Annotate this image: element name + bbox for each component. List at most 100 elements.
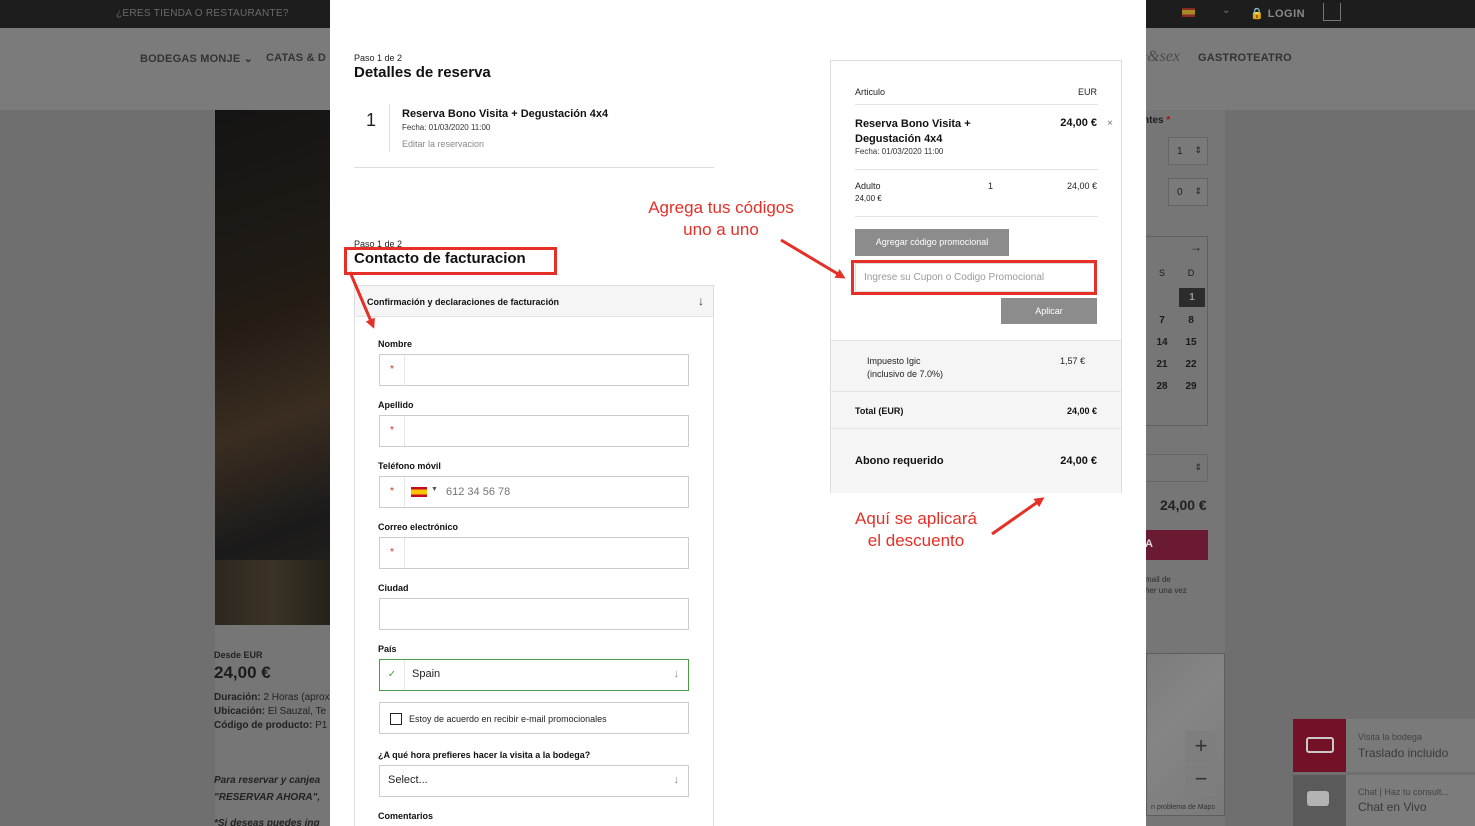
chat-bubble-icon [1293,775,1346,826]
product-price: 24,00 € [214,663,271,682]
email-input[interactable] [406,539,686,567]
city-label: Ciudad [378,583,409,593]
calendar-next-icon[interactable]: → [1186,240,1206,254]
bus-icon [1293,719,1346,772]
live-chat-widget[interactable]: Chat | Haz tu consult... Chat en Vivo [1293,775,1475,826]
mobile-phone-field: * ▼ [379,476,689,508]
chat-line2: Chat en Vivo [1358,800,1427,814]
transfer-line1: Visita la bodega [1358,732,1422,742]
map-error-text: n problema de Maps [1151,804,1215,811]
booking-item: 1 Reserva Bono Visita + Degustación 4x4 … [354,104,714,168]
nav-item-catas[interactable]: CATAS & D [266,52,326,64]
summary-product-price: 24,00 € [1060,117,1097,129]
calendar-day-header: D [1187,268,1195,278]
total-value: 24,00 € [1066,406,1097,416]
newsletter-label: Estoy de acuerdo en recibir e-mail promo… [409,714,607,724]
calendar-day[interactable]: 22 [1181,359,1201,370]
calendar-day[interactable]: 21 [1152,359,1172,370]
visit-time-value: Select... [388,774,428,786]
adult-unit-price: 24,00 € [855,194,882,203]
country-label: País [378,644,397,654]
calendar-day[interactable]: 8 [1181,315,1201,326]
annotation-codes: Agrega tus códigos uno a uno [648,198,794,239]
participants-label: ntes * [1143,115,1171,126]
calendar-day[interactable]: 28 [1152,381,1172,392]
arrow-down-icon: ↓ [673,774,680,786]
zoom-out-icon[interactable]: − [1185,764,1217,796]
transfer-widget[interactable]: Visita la bodega Traslado incluido [1293,719,1475,772]
caret-down-icon[interactable]: ▼ [431,486,438,493]
first-name-label: Nombre [378,339,413,349]
required-icon: * [380,538,405,568]
calendar-day[interactable]: 14 [1152,337,1172,348]
country-select[interactable]: ✓ Spain ↓ [379,659,689,691]
total-label: Total (EUR) [855,406,904,416]
email-label: Correo electrónico [378,522,459,532]
last-name-label: Apellido [378,400,414,410]
calendar-day-header: S [1158,268,1165,278]
child-qty-select[interactable]: 0 [1168,178,1208,206]
last-name-input[interactable] [406,417,686,445]
summary-product-name: Reserva Bono Visita + Degustación 4x4 [855,118,971,145]
shopping-bag-icon[interactable] [1323,3,1341,21]
calendar-day[interactable]: 29 [1181,381,1201,392]
check-icon: ✓ [380,660,405,690]
duration-line: Duración: 2 Horas (aprox [214,692,330,703]
nav-item-gastroteatro[interactable]: GASTROTEATRO [1198,52,1292,64]
visit-time-label: ¿A qué hora prefieres hacer la visita a … [378,750,591,760]
tax-row: Impuesto Igic (inclusivo de 7.0%) 1,57 € [831,340,1121,392]
chat-line1: Chat | Haz tu consult... [1358,787,1449,797]
billing-accordion-title: Confirmación y declaraciones de facturac… [367,297,560,307]
calendar-selected-day[interactable]: 1 [1179,288,1205,307]
booking-details-title: Detalles de reserva [354,64,491,81]
annotation-highlight-box [344,247,557,275]
booking-item-name: Reserva Bono Visita + Degustación 4x4 [402,108,609,120]
city-input[interactable] [382,600,684,628]
adult-qty-select[interactable]: 1 [1168,137,1208,165]
deposit-value: 24,00 € [1060,455,1097,467]
required-icon: * [380,355,405,385]
apply-promo-button[interactable]: Aplicar [1001,298,1097,324]
transfer-line2: Traslado incluido [1358,746,1449,760]
spain-flag-icon[interactable] [411,487,427,497]
mobile-phone-input[interactable] [440,478,680,506]
city-field [379,598,689,630]
nav-item-bodegas[interactable]: BODEGAS MONJE ⌄ [140,52,253,65]
billing-accordion-header[interactable]: Confirmación y declaraciones de facturac… [355,286,713,317]
calendar-day[interactable]: 7 [1152,315,1172,326]
mobile-phone-label: Teléfono móvil [378,461,441,471]
edit-booking-link[interactable]: Editar la reservacion [402,139,484,149]
visit-time-select[interactable]: Select... ↓ [379,765,689,797]
reserve-now-button[interactable]: A [1143,530,1208,560]
widget-total: 24,00 € [1160,497,1207,513]
spain-flag-icon[interactable] [1182,8,1195,17]
zoom-in-icon[interactable]: + [1185,731,1217,763]
calendar-day[interactable]: 15 [1181,337,1201,348]
deposit-label: Abono requerido [855,455,944,467]
comments-label: Comentarios [378,811,434,821]
annotation-discount: Aquí se aplicará el descuento [855,509,977,550]
widget-note: mail de [1145,575,1171,584]
last-name-field: * [379,415,689,447]
reserve-instructions-2: "RESERVAR AHORA", [214,792,321,803]
arrow-down-icon: ↓ [698,294,704,308]
remove-item-icon[interactable]: × [1107,118,1113,129]
required-icon: * [380,477,405,507]
tax-sublabel: (inclusivo de 7.0%) [867,369,944,379]
login-link[interactable]: 🔒 LOGIN [1250,7,1305,20]
add-promo-code-button[interactable]: Agregar código promocional [855,229,1009,256]
step-label: Paso 1 de 2 [354,53,403,63]
store-link[interactable]: ¿ERES TIENDA O RESTAURANTE? [116,8,289,19]
chevron-down-icon[interactable]: ⌄ [1222,5,1230,16]
time-select[interactable] [1143,454,1208,482]
country-value: Spain [412,668,441,680]
newsletter-checkbox[interactable] [390,713,402,725]
location-map[interactable]: + − n problema de Maps [1146,653,1225,816]
first-name-field: * [379,354,689,386]
location-line: Ubicación: El Sauzal, Te [214,706,327,717]
first-name-input[interactable] [406,356,686,384]
product-code-line: Código de producto: P1 [214,720,328,731]
summary-product-date: Fecha: 01/03/2020 11:00 [855,147,944,156]
reserve-instructions: Para reservar y canjea [214,775,321,786]
newsletter-consent[interactable]: Estoy de acuerdo en recibir e-mail promo… [379,702,689,734]
